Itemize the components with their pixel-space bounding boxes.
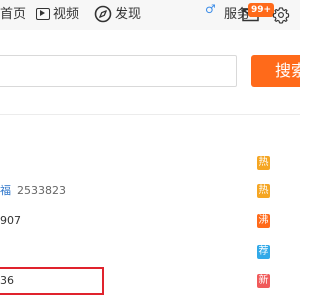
hot-item-title: 907 [0,214,21,227]
hot-list-item[interactable]: 907 沸 [0,208,300,234]
hot-item-text [0,150,6,176]
gear-icon[interactable] [272,6,290,24]
hot-item-text: 福 2533823 [0,178,66,204]
nav-video-link[interactable]: 视频 [36,0,79,30]
hot-item-title-link[interactable]: 福 [0,184,11,197]
nav-home-link[interactable]: 首页 [0,0,26,30]
hot-list-item[interactable]: 福 2533823 热 [0,178,300,204]
compass-icon [94,5,112,22]
top-nav-bar: 首页 视频 发现 ♂ 服务 99+ [0,0,300,30]
section-divider [0,114,300,115]
nav-video-label: 视频 [53,7,80,22]
hot-list-item[interactable]: 荐 [0,239,300,265]
hot-item-text [0,239,6,265]
nav-home-label: 首页 [0,7,27,22]
hot-list-item[interactable]: 热 [0,150,300,176]
selection-highlight-box [0,267,104,295]
recommend-tag-badge: 荐 [257,245,270,259]
new-tag-badge: 新 [257,274,270,288]
search-input[interactable] [0,55,237,87]
page: 首页 视频 发现 ♂ 服务 99+ 搜索 热 福 2533823 热 907 沸… [0,0,300,300]
video-icon [36,7,50,20]
search-button-label: 搜索 [275,61,300,80]
nav-discover-label: 发现 [115,7,142,22]
mail-count-badge: 99+ [248,3,275,17]
search-button[interactable]: 搜索 [251,55,300,87]
nav-discover-link[interactable]: 发现 [94,0,141,30]
hot-item-count: 2533823 [17,184,66,197]
service-gender-icon: ♂ [205,2,216,16]
hot-tag-badge: 热 [257,156,270,170]
boil-tag-badge: 沸 [257,214,270,228]
hot-tag-badge: 热 [257,184,270,198]
hot-item-text: 907 [0,208,27,234]
